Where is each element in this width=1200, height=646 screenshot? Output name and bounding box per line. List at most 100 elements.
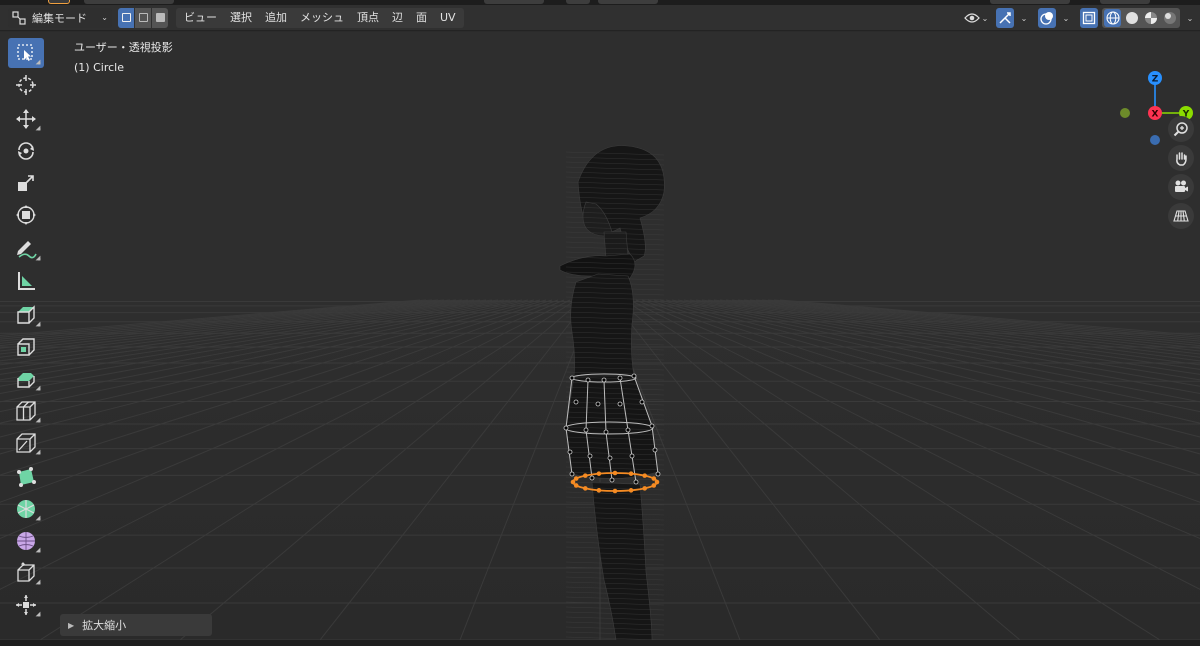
menu-uv[interactable]: UV bbox=[434, 8, 462, 28]
xray-icon bbox=[1082, 11, 1096, 25]
last-operator-panel[interactable]: ▶ 拡大縮小 bbox=[60, 614, 212, 636]
vertex-select-button[interactable] bbox=[118, 7, 134, 28]
mesh-vertex bbox=[569, 375, 575, 381]
selected-vertex bbox=[573, 476, 579, 481]
mesh-vertex bbox=[585, 377, 591, 383]
gizmo-toggle-button[interactable] bbox=[996, 8, 1014, 28]
selected-vertex bbox=[570, 479, 576, 485]
poly-build-tool[interactable] bbox=[8, 462, 44, 492]
poly-build-icon bbox=[17, 467, 36, 487]
zoom-button[interactable] bbox=[1168, 116, 1194, 142]
wireframe-shading-button[interactable] bbox=[1104, 9, 1121, 27]
tab-fragment[interactable] bbox=[566, 0, 590, 4]
pan-button[interactable] bbox=[1168, 145, 1194, 171]
character-mesh[interactable] bbox=[0, 32, 1200, 640]
3d-viewport[interactable]: ユーザー・透視投影 (1) Circle Z Y X bbox=[0, 32, 1200, 640]
menu-add[interactable]: 追加 bbox=[259, 8, 293, 28]
mesh-vertex bbox=[639, 399, 645, 405]
transform-tool[interactable] bbox=[8, 200, 44, 230]
selected-vertex bbox=[642, 486, 647, 491]
extrude-region-tool[interactable] bbox=[8, 300, 44, 330]
mesh-vertex bbox=[625, 427, 631, 433]
inset-faces-tool[interactable] bbox=[8, 332, 44, 362]
mesh-vertex bbox=[601, 377, 607, 383]
pan-hand-icon bbox=[1176, 152, 1187, 166]
overlay-toggle-button[interactable] bbox=[1038, 8, 1056, 28]
edge-select-icon bbox=[138, 13, 148, 22]
mesh-vertex bbox=[631, 373, 637, 379]
measure-tool[interactable] bbox=[8, 266, 44, 296]
neg-z-axis-handle bbox=[1150, 135, 1160, 145]
bottom-edge bbox=[0, 640, 1200, 646]
measure-icon bbox=[18, 272, 35, 290]
eye-icon bbox=[963, 13, 980, 23]
tab-fragment[interactable] bbox=[598, 0, 658, 4]
mesh-vertex bbox=[617, 401, 623, 407]
chevron-down-icon: ⌄ bbox=[1186, 13, 1194, 23]
smooth-icon bbox=[17, 532, 35, 550]
menu-view[interactable]: ビュー bbox=[178, 8, 223, 28]
knife-icon bbox=[16, 433, 36, 453]
select-box-tool[interactable] bbox=[8, 38, 44, 68]
tab-fragment[interactable] bbox=[84, 0, 174, 4]
menu-face[interactable]: 面 bbox=[410, 8, 433, 28]
selected-vertex bbox=[583, 473, 588, 478]
material-shading-button[interactable] bbox=[1142, 9, 1159, 27]
mesh-vertex bbox=[652, 447, 658, 453]
spin-tool[interactable] bbox=[8, 494, 44, 524]
rotate-tool[interactable] bbox=[8, 136, 44, 166]
menu-vertex[interactable]: 頂点 bbox=[351, 8, 385, 28]
gizmo-dropdown[interactable]: ⌄ bbox=[1016, 8, 1030, 28]
bevel-tool[interactable] bbox=[8, 364, 44, 394]
annotate-tool[interactable] bbox=[8, 234, 44, 264]
mesh-vertex bbox=[595, 401, 601, 407]
select-mode-group bbox=[118, 7, 168, 28]
shading-mode-group bbox=[1102, 8, 1180, 28]
camera-view-button[interactable] bbox=[1168, 174, 1194, 200]
tab-fragment[interactable] bbox=[484, 0, 544, 4]
cursor-icon bbox=[16, 75, 36, 95]
mesh-vertex bbox=[607, 455, 613, 461]
knife-tool[interactable] bbox=[8, 428, 44, 458]
scale-tool[interactable] bbox=[8, 168, 44, 198]
edge-slide-tool[interactable] bbox=[8, 558, 44, 588]
operator-label: 拡大縮小 bbox=[82, 619, 127, 632]
loop-cut-tool[interactable] bbox=[8, 396, 44, 426]
rotate-icon bbox=[18, 142, 34, 160]
rendered-shading-button[interactable] bbox=[1161, 9, 1178, 27]
selected-vertex bbox=[628, 488, 634, 493]
view-name: ユーザー・透視投影 bbox=[74, 41, 173, 54]
selected-vertex bbox=[651, 476, 657, 481]
solid-shading-button[interactable] bbox=[1123, 9, 1140, 27]
tab-fragment[interactable] bbox=[1100, 0, 1150, 4]
menu-select[interactable]: 選択 bbox=[224, 8, 258, 28]
selected-vertex bbox=[596, 471, 602, 476]
menu-edge[interactable]: 辺 bbox=[386, 8, 409, 28]
mesh-vertex bbox=[655, 471, 661, 477]
camera-icon bbox=[1175, 180, 1188, 192]
mesh-vertex bbox=[573, 399, 579, 405]
xray-toggle-button[interactable] bbox=[1080, 8, 1098, 28]
shrink-fatten-tool[interactable] bbox=[8, 590, 44, 620]
overlay-dropdown[interactable]: ⌄ bbox=[1058, 8, 1072, 28]
move-icon bbox=[16, 109, 36, 129]
header-menus: ビュー 選択 追加 メッシュ 頂点 辺 面 UV bbox=[176, 7, 464, 28]
perspective-toggle-button[interactable] bbox=[1168, 203, 1194, 229]
object-visibility-button[interactable]: ⌄ bbox=[962, 8, 990, 28]
z-axis-label: Z bbox=[1152, 75, 1159, 85]
face-select-button[interactable] bbox=[152, 7, 168, 28]
move-tool[interactable] bbox=[8, 104, 44, 134]
cursor-tool[interactable] bbox=[8, 70, 44, 100]
menu-mesh[interactable]: メッシュ bbox=[294, 8, 350, 28]
chevron-right-icon: ▶ bbox=[68, 620, 75, 630]
shading-dropdown[interactable]: ⌄ bbox=[1182, 8, 1196, 28]
tab-fragment[interactable] bbox=[48, 0, 70, 4]
zoom-icon bbox=[1173, 122, 1188, 137]
mode-dropdown[interactable]: 編集モード ⌄ bbox=[8, 7, 112, 28]
tab-fragment[interactable] bbox=[990, 0, 1070, 4]
object-name: (1) Circle bbox=[74, 61, 124, 74]
smooth-tool[interactable] bbox=[8, 526, 44, 556]
shrink-fatten-icon bbox=[16, 595, 36, 615]
edge-select-button[interactable] bbox=[135, 7, 151, 28]
mesh-vertex bbox=[629, 453, 635, 459]
